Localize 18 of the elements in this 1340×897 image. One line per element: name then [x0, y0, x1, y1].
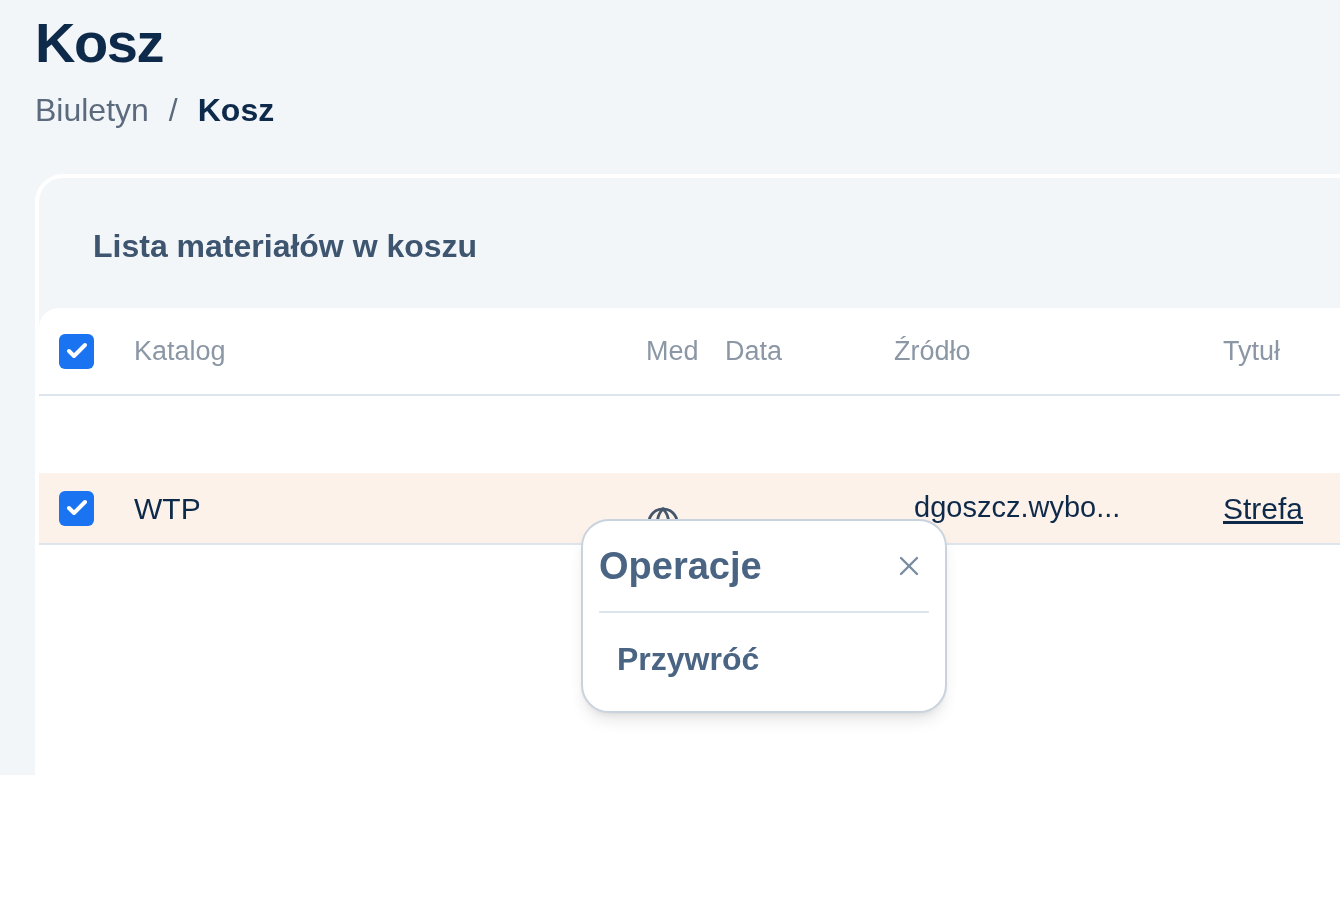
column-header[interactable]: Tytuł — [1223, 335, 1281, 366]
breadcrumb-link[interactable]: Kosz — [197, 86, 275, 134]
column-header[interactable]: Źródło — [894, 335, 971, 366]
table-cell: dgoszcz.wybo... — [914, 491, 1121, 524]
column-header[interactable]: Katalog — [134, 335, 226, 366]
restore-menu-item[interactable]: Przywróć — [617, 635, 760, 683]
breadcrumb-link[interactable]: Biuletyn — [35, 86, 149, 134]
card-title: Lista materiałów w koszu — [92, 227, 479, 266]
checkbox[interactable] — [59, 333, 94, 369]
checkbox[interactable] — [59, 490, 94, 526]
popup-title: Operacje — [599, 543, 762, 589]
table-row[interactable]: WTP dgoszcz.wybo... Strefa — [39, 473, 1340, 545]
page-title: Kosz — [35, 10, 165, 76]
column-header[interactable]: Data — [725, 335, 783, 366]
table-cell: WTP — [134, 491, 201, 525]
column-header[interactable]: Med — [646, 335, 699, 366]
breadcrumb-separator: / — [168, 91, 178, 130]
title-link[interactable]: Strefa — [1223, 491, 1304, 525]
